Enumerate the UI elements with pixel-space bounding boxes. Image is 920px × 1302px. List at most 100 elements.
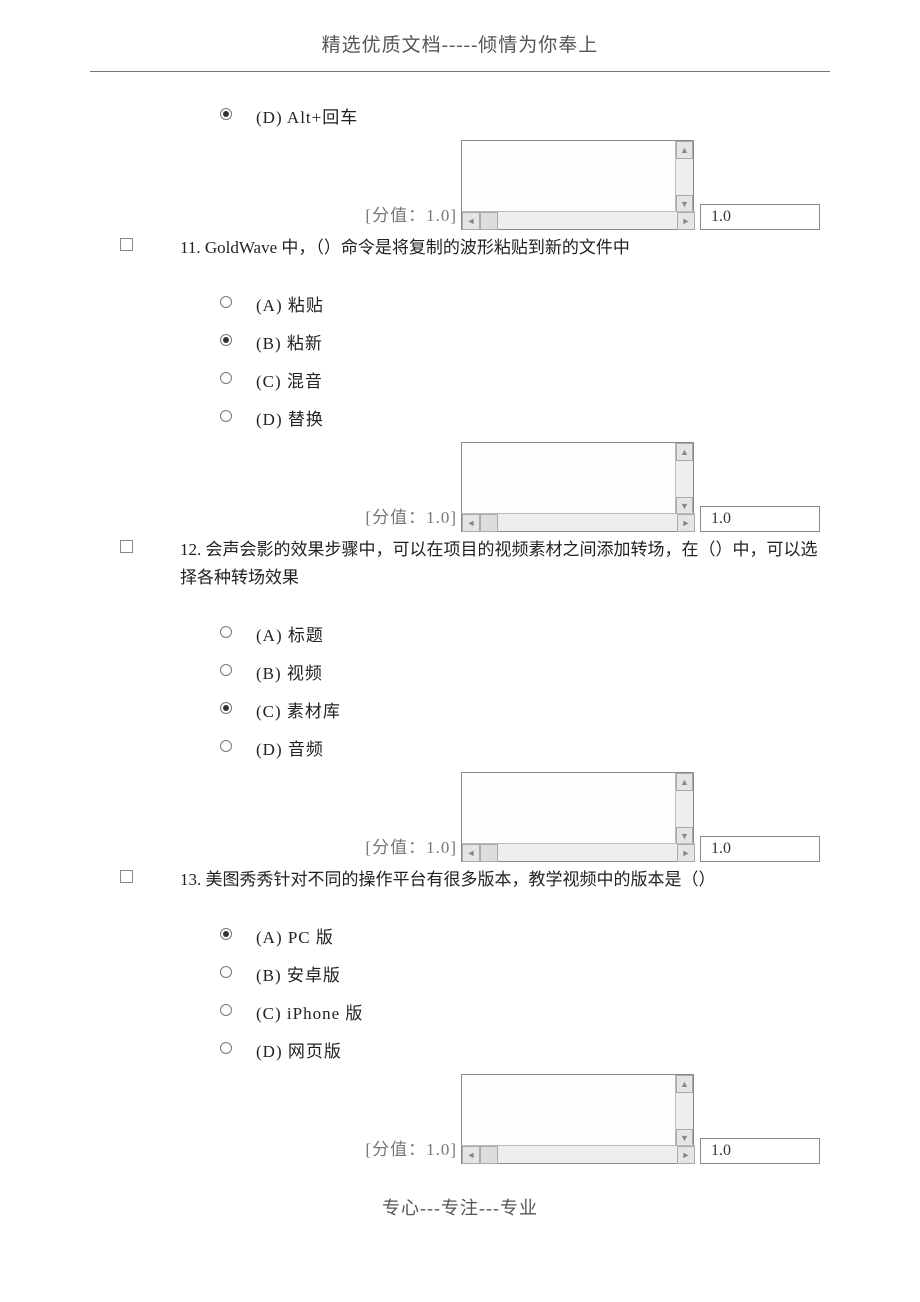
scroll-left-icon[interactable]: ◄	[462, 514, 480, 532]
score-input[interactable]	[700, 836, 820, 862]
scroll-track	[498, 1146, 677, 1163]
scroll-right-icon[interactable]: ►	[677, 514, 695, 532]
question-checkbox[interactable]	[120, 238, 133, 251]
option-label: (D) 替换	[256, 405, 324, 430]
option-label: (B) 粘新	[256, 329, 323, 354]
score-row: [分值：1.0] ▲ ▼ ◄ ►	[0, 140, 920, 230]
radio-icon[interactable]	[220, 1042, 232, 1054]
scroll-left-icon[interactable]: ◄	[462, 212, 480, 230]
options-list: (A) PC 版 (B) 安卓版 (C) iPhone 版 (D) 网页版	[180, 916, 820, 1068]
horizontal-scrollbar[interactable]: ◄ ►	[462, 211, 695, 229]
option-row[interactable]: (D) 音频	[220, 728, 820, 766]
scroll-up-icon[interactable]: ▲	[676, 141, 693, 159]
page-footer: 专心---专注---专业	[0, 1194, 920, 1220]
q10-tail-options: (D) Alt+回车	[0, 96, 920, 134]
option-row[interactable]: (B) 粘新	[220, 322, 820, 360]
embedded-scroll-box: ▲▼◄►	[461, 442, 694, 532]
radio-icon[interactable]	[220, 702, 232, 714]
radio-icon[interactable]	[220, 740, 232, 752]
question-text: 11. GoldWave 中，（）命令是将复制的波形粘贴到新的文件中	[180, 234, 820, 262]
embedded-scroll-box: ▲ ▼ ◄ ►	[461, 140, 694, 230]
option-label: (C) 混音	[256, 367, 323, 392]
option-row[interactable]: (D) Alt+回车	[220, 96, 920, 134]
score-label: [分值：1.0]	[365, 201, 457, 230]
scroll-thumb[interactable]	[480, 212, 498, 230]
horizontal-scrollbar[interactable]: ◄►	[462, 1145, 695, 1163]
option-label: (D) Alt+回车	[256, 103, 358, 128]
option-row[interactable]: (C) iPhone 版	[220, 992, 820, 1030]
score-input[interactable]	[700, 204, 820, 230]
scroll-track	[498, 212, 677, 229]
checkbox-column	[0, 536, 180, 558]
option-label: (A) PC 版	[256, 923, 334, 948]
scroll-thumb[interactable]	[480, 1146, 498, 1164]
question-body: 11. GoldWave 中，（）命令是将复制的波形粘贴到新的文件中 (A) 粘贴…	[180, 234, 920, 436]
question-text: 12. 会声会影的效果步骤中，可以在项目的视频素材之间添加转场，在（）中，可以选…	[180, 536, 820, 592]
option-row[interactable]: (A) 标题	[220, 614, 820, 652]
scroll-up-icon[interactable]: ▲	[676, 443, 693, 461]
scroll-left-icon[interactable]: ◄	[462, 1146, 480, 1164]
vertical-scrollbar[interactable]: ▲▼	[675, 1075, 693, 1147]
radio-icon[interactable]	[220, 410, 232, 422]
radio-icon[interactable]	[220, 626, 232, 638]
option-row[interactable]: (D) 网页版	[220, 1030, 820, 1068]
score-input[interactable]	[700, 506, 820, 532]
scroll-thumb[interactable]	[480, 514, 498, 532]
question-block: 13. 美图秀秀针对不同的操作平台有很多版本，教学视频中的版本是（） (A) PC…	[0, 866, 920, 1164]
option-label: (C) iPhone 版	[256, 999, 363, 1024]
question-body: 13. 美图秀秀针对不同的操作平台有很多版本，教学视频中的版本是（） (A) PC…	[180, 866, 920, 1068]
question-text: 13. 美图秀秀针对不同的操作平台有很多版本，教学视频中的版本是（）	[180, 866, 820, 894]
question-row: 11. GoldWave 中，（）命令是将复制的波形粘贴到新的文件中 (A) 粘贴…	[0, 234, 920, 436]
question-checkbox[interactable]	[120, 540, 133, 553]
header-rule	[90, 71, 830, 72]
checkbox-column	[0, 866, 180, 888]
horizontal-scrollbar[interactable]: ◄►	[462, 843, 695, 861]
radio-icon[interactable]	[220, 664, 232, 676]
score-label: [分值：1.0]	[365, 503, 457, 532]
embedded-scroll-box: ▲▼◄►	[461, 1074, 694, 1164]
score-row: [分值：1.0]▲▼◄►	[0, 442, 920, 532]
scroll-left-icon[interactable]: ◄	[462, 844, 480, 862]
vertical-scrollbar[interactable]: ▲ ▼	[675, 141, 693, 213]
options-list: (A) 粘贴 (B) 粘新 (C) 混音 (D) 替换	[180, 284, 820, 436]
radio-icon[interactable]	[220, 928, 232, 940]
option-label: (B) 安卓版	[256, 961, 341, 986]
score-label: [分值：1.0]	[365, 1135, 457, 1164]
question-row: 12. 会声会影的效果步骤中，可以在项目的视频素材之间添加转场，在（）中，可以选…	[0, 536, 920, 766]
option-row[interactable]: (A) 粘贴	[220, 284, 820, 322]
scroll-thumb[interactable]	[480, 844, 498, 862]
option-label: (D) 音频	[256, 735, 324, 760]
option-row[interactable]: (B) 安卓版	[220, 954, 820, 992]
scroll-track	[498, 514, 677, 531]
scroll-right-icon[interactable]: ►	[677, 844, 695, 862]
vertical-scrollbar[interactable]: ▲▼	[675, 773, 693, 845]
radio-icon[interactable]	[220, 966, 232, 978]
option-row[interactable]: (D) 替换	[220, 398, 820, 436]
page-header: 精选优质文档-----倾情为你奉上	[0, 30, 920, 71]
option-row[interactable]: (C) 混音	[220, 360, 820, 398]
option-row[interactable]: (C) 素材库	[220, 690, 820, 728]
option-label: (A) 标题	[256, 621, 324, 646]
score-label: [分值：1.0]	[365, 833, 457, 862]
option-row[interactable]: (A) PC 版	[220, 916, 820, 954]
option-label: (A) 粘贴	[256, 291, 324, 316]
score-input[interactable]	[700, 1138, 820, 1164]
radio-icon[interactable]	[220, 108, 232, 120]
scroll-up-icon[interactable]: ▲	[676, 1075, 693, 1093]
question-checkbox[interactable]	[120, 870, 133, 883]
radio-icon[interactable]	[220, 296, 232, 308]
score-row: [分值：1.0]▲▼◄►	[0, 772, 920, 862]
page-container: 精选优质文档-----倾情为你奉上 (D) Alt+回车 [分值：1.0] ▲ …	[0, 0, 920, 1260]
radio-icon[interactable]	[220, 1004, 232, 1016]
checkbox-column	[0, 234, 180, 256]
option-row[interactable]: (B) 视频	[220, 652, 820, 690]
question-block: 11. GoldWave 中，（）命令是将复制的波形粘贴到新的文件中 (A) 粘贴…	[0, 234, 920, 532]
radio-icon[interactable]	[220, 372, 232, 384]
options-list: (A) 标题 (B) 视频(C) 素材库 (D) 音频	[180, 614, 820, 766]
horizontal-scrollbar[interactable]: ◄►	[462, 513, 695, 531]
scroll-up-icon[interactable]: ▲	[676, 773, 693, 791]
scroll-right-icon[interactable]: ►	[677, 212, 695, 230]
radio-icon[interactable]	[220, 334, 232, 346]
vertical-scrollbar[interactable]: ▲▼	[675, 443, 693, 515]
scroll-right-icon[interactable]: ►	[677, 1146, 695, 1164]
